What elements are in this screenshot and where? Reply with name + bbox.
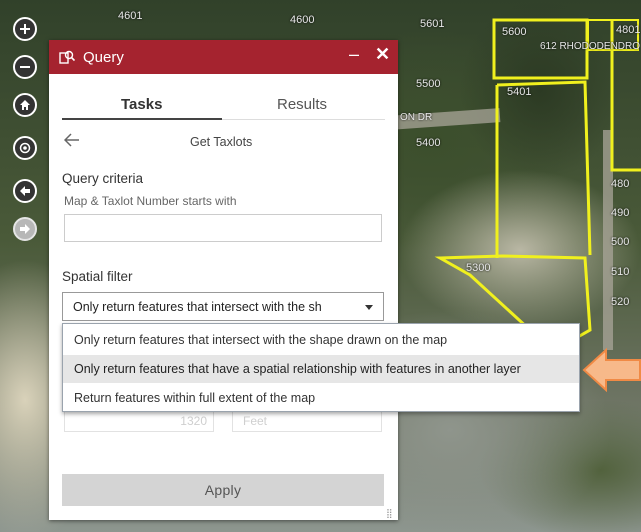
lot-label: 480 [611,178,630,190]
tab-tasks[interactable]: Tasks [121,96,162,113]
previous-extent-button[interactable] [13,179,37,203]
taxlot-number-input[interactable] [64,214,382,242]
locate-icon [19,142,31,154]
home-button[interactable] [13,93,37,117]
lot-label: 4801 [616,24,641,36]
spatial-filter-option[interactable]: Return features within full extent of th… [63,384,579,412]
tab-bar: Tasks Results [49,88,398,118]
spatial-filter-label: Spatial filter [62,269,133,284]
query-criteria-label: Query criteria [62,171,144,186]
arrow-left-icon [20,186,30,196]
zoom-out-button[interactable] [13,55,37,79]
lot-label: 5300 [466,262,491,274]
resize-grip-icon[interactable]: ⣿ [386,508,393,519]
zoom-in-button[interactable] [13,17,37,41]
spatial-filter-options: Only return features that intersect with… [62,323,580,412]
spatial-filter-option[interactable]: Only return features that intersect with… [63,326,579,354]
panel-header: Query – ✕ [49,40,398,74]
locate-button[interactable] [13,136,37,160]
lot-label: 490 [611,207,630,219]
lot-label: 5401 [507,86,532,98]
arrow-right-icon [20,224,30,234]
road-label: ON DR [400,112,433,123]
spatial-filter-select[interactable]: Only return features that intersect with… [62,292,384,321]
query-icon [59,50,75,64]
next-extent-button[interactable] [13,217,37,241]
query-panel: Query – ✕ Tasks Results Get Taxlots Quer… [49,40,398,520]
lot-label: 520 [611,296,630,308]
query-criteria-hint: Map & Taxlot Number starts with [64,194,237,208]
callout-arrow-icon [582,348,641,392]
lot-label: 510 [611,266,630,278]
active-tab-indicator [62,118,222,120]
minimize-button[interactable]: – [349,44,359,65]
home-icon [20,100,30,110]
spatial-filter-option-highlighted[interactable]: Only return features that have a spatial… [63,355,579,383]
tab-results[interactable]: Results [277,96,327,113]
close-button[interactable]: ✕ [375,44,390,65]
lot-label: 5400 [416,137,441,149]
apply-button[interactable]: Apply [62,474,384,506]
lot-label: 4600 [290,14,315,26]
plus-icon [20,24,30,34]
lot-label: 5600 [502,26,527,38]
lot-label: 5601 [420,18,445,30]
panel-title: Query [83,49,124,66]
lot-label: 4601 [118,10,143,22]
spatial-filter-value: Only return features that intersect with… [73,300,322,314]
minus-icon [20,66,30,68]
caret-down-icon [365,305,373,310]
parcel-outline[interactable] [496,80,592,256]
task-title: Get Taxlots [190,135,253,149]
back-arrow-icon[interactable] [64,133,80,147]
address-label: 612 RHODODENDRON [540,41,640,52]
lot-label: 500 [611,236,630,248]
tab-divider [222,119,385,120]
lot-label: 5500 [416,78,441,90]
